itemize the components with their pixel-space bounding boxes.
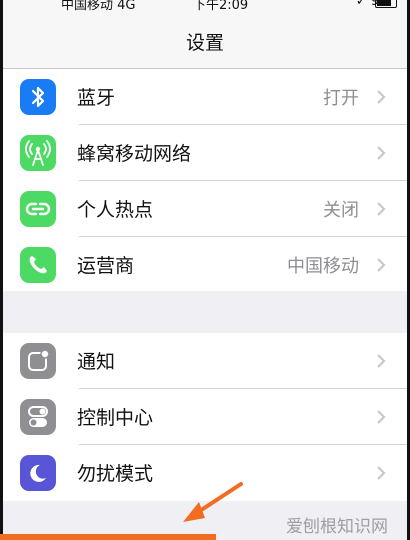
- battery-icon: [375, 0, 397, 8]
- moon-icon: [20, 455, 56, 491]
- cellular-antenna-icon: [20, 135, 56, 171]
- settings-row-notifications[interactable]: 通知: [3, 333, 407, 389]
- chevron-right-icon: [377, 410, 386, 424]
- notifications-icon: [20, 343, 56, 379]
- status-bar: 中国移动 4G 下午2:09 ✓ 9: [3, 0, 407, 18]
- settings-row-value: 中国移动: [287, 256, 359, 277]
- phone-icon: [20, 247, 56, 283]
- settings-row-label: 蓝牙: [77, 87, 116, 109]
- highlight-underline: [0, 534, 216, 540]
- settings-row-label: 通知: [77, 351, 116, 373]
- settings-row-label: 运营商: [77, 255, 135, 277]
- settings-group-connectivity: 蓝牙 打开 蜂窝移动网络 个人热点 关闭 运营商 中国移动: [3, 69, 407, 291]
- annotation-arrow-icon: [183, 482, 243, 522]
- settings-row-value: 打开: [323, 88, 359, 109]
- settings-row-label: 蜂窝移动网络: [77, 143, 192, 165]
- settings-row-carrier[interactable]: 运营商 中国移动: [3, 237, 407, 293]
- settings-row-cellular[interactable]: 蜂窝移动网络: [3, 125, 407, 181]
- personal-hotspot-icon: [20, 191, 56, 227]
- settings-row-bluetooth[interactable]: 蓝牙 打开: [3, 69, 407, 125]
- settings-row-label: 勿扰模式: [77, 463, 154, 485]
- settings-row-personal-hotspot[interactable]: 个人热点 关闭: [3, 181, 407, 237]
- chevron-right-icon: [377, 202, 386, 216]
- watermark: 爱刨根知识网: [286, 517, 388, 537]
- settings-row-label: 控制中心: [77, 407, 154, 429]
- navigation-bar: 设置: [3, 18, 407, 69]
- settings-row-label: 个人热点: [77, 199, 154, 221]
- status-carrier: 中国移动 4G: [61, 0, 136, 13]
- page-title: 设置: [185, 32, 224, 54]
- settings-row-value: 关闭: [323, 200, 359, 221]
- chevron-right-icon: [377, 146, 386, 160]
- settings-group-notifications: 通知 控制中心 勿扰模式: [3, 333, 407, 501]
- settings-row-control-center[interactable]: 控制中心: [3, 389, 407, 445]
- chevron-right-icon: [377, 90, 386, 104]
- control-center-icon: [20, 399, 56, 435]
- chevron-right-icon: [377, 466, 386, 480]
- chevron-right-icon: [377, 258, 386, 272]
- status-time: 下午2:09: [193, 0, 249, 13]
- chevron-right-icon: [377, 354, 386, 368]
- bluetooth-icon: [20, 79, 56, 115]
